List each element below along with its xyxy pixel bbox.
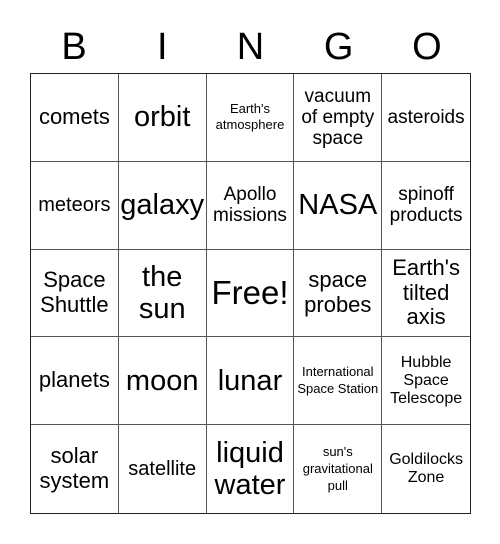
bingo-cell[interactable]: moon [118,337,207,426]
bingo-cell[interactable]: Earth's tilted axis [382,250,470,338]
bingo-cell[interactable]: galaxy [118,161,207,250]
bingo-cell[interactable]: NASA [294,161,383,250]
header-letter-o: O [412,26,442,68]
bingo-cell[interactable]: spinoff products [382,162,470,250]
free-space[interactable]: Free! [206,249,295,338]
bingo-cell[interactable]: asteroids [382,74,470,162]
bingo-cell[interactable]: Apollo missions [206,161,295,250]
bingo-cell[interactable]: orbit [118,74,207,162]
bingo-cell[interactable]: satellite [119,425,207,513]
bingo-grid: comets orbit Earth's atmosphere vacuum o… [30,73,471,514]
bingo-cell[interactable]: sun's gravitational pull [294,425,383,513]
bingo-cell[interactable]: Goldilocks Zone [382,425,470,513]
header-letter-n: N [236,26,265,68]
header-letter-g: G [323,26,354,68]
bingo-cell[interactable]: the sun [118,249,207,338]
bingo-cell[interactable]: planets [31,337,119,426]
bingo-cell[interactable]: meteors [31,161,119,250]
bingo-cell[interactable]: vacuum of empty space [294,74,383,162]
bingo-cell[interactable]: Hubble Space Telescope [382,337,470,426]
bingo-cell[interactable]: Earth's atmosphere [206,74,295,162]
header-letter-b: B [61,26,87,68]
header-letter-i: I [157,26,168,68]
bingo-cell[interactable]: Space Shuttle [31,249,119,338]
bingo-cell[interactable]: comets [31,74,119,162]
bingo-header: B I N G O [30,22,471,72]
bingo-cell[interactable]: International Space Station [294,337,383,426]
bingo-cell[interactable]: space probes [294,249,383,338]
bingo-cell[interactable]: lunar [206,337,295,426]
bingo-cell[interactable]: liquid water [207,425,295,513]
bingo-cell[interactable]: solar system [31,425,119,513]
